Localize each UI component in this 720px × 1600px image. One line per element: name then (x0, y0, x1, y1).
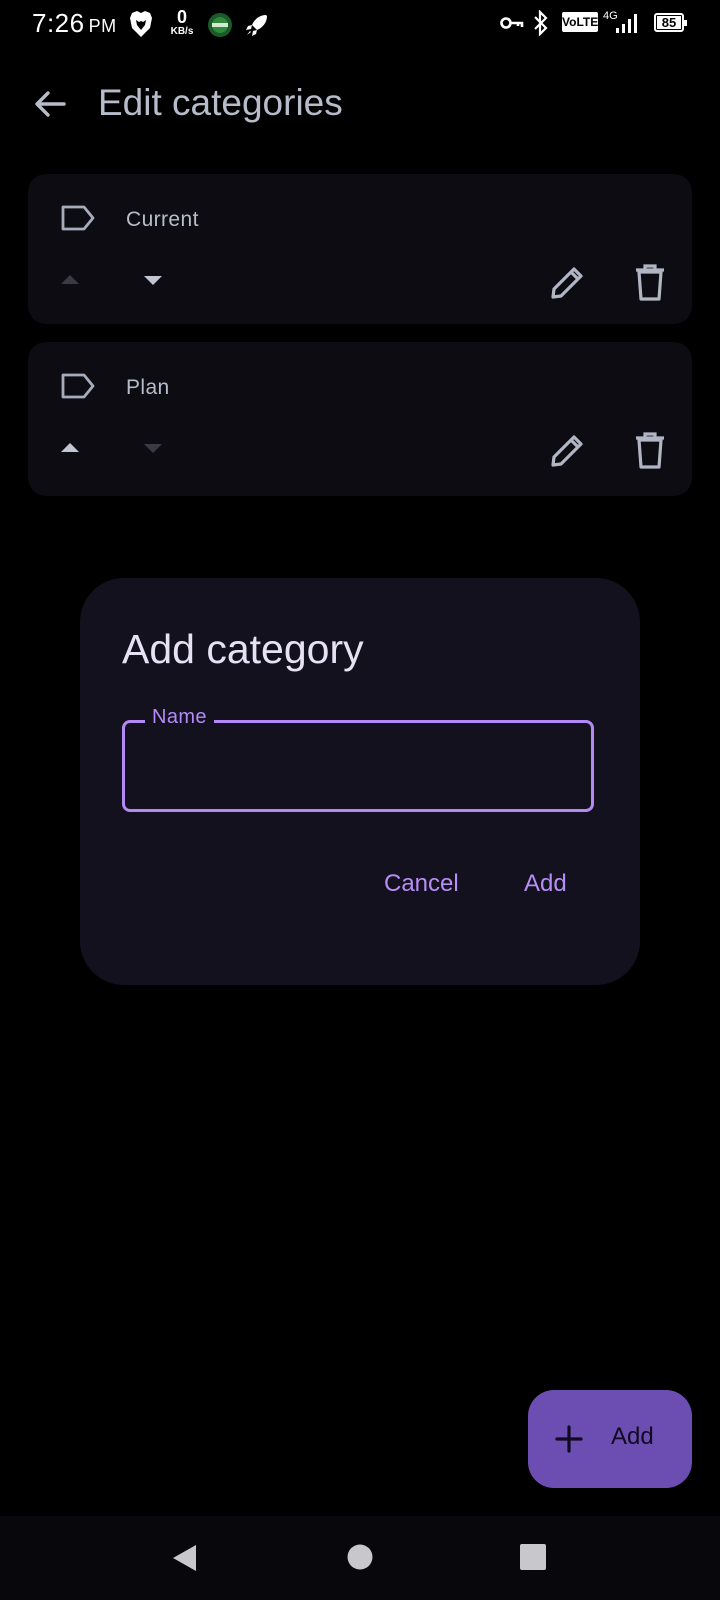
pencil-icon (551, 267, 583, 299)
cancel-button[interactable]: Cancel (384, 870, 459, 898)
confirm-add-button[interactable]: Add (524, 870, 567, 898)
net-speed-value: 0 (176, 7, 187, 27)
edit-button[interactable] (546, 428, 590, 472)
add-category-dialog: Add category Name Cancel Add (80, 578, 640, 985)
net-speed: 0 KB/s (162, 8, 202, 37)
category-card: Current (28, 174, 692, 324)
move-up-button[interactable] (52, 266, 88, 294)
home-circle-icon[interactable] (346, 1543, 374, 1571)
category-card: Plan (28, 342, 692, 496)
delete-button[interactable] (628, 428, 672, 472)
status-time-ampm: PM (88, 16, 117, 36)
battery-icon: 85 (654, 13, 687, 32)
name-input[interactable] (125, 723, 591, 809)
signal-icon (616, 14, 637, 33)
dialog-title: Add category (122, 626, 364, 672)
app-badge-icon (208, 13, 232, 37)
rocket-icon (246, 15, 267, 36)
arrow-down-icon (144, 276, 162, 285)
label-outline-icon (61, 373, 95, 399)
move-up-button[interactable] (52, 434, 88, 462)
fab-label: Add (611, 1423, 654, 1450)
page-title: Edit categories (98, 82, 343, 123)
bluetooth-icon (534, 10, 548, 36)
move-down-button[interactable] (135, 266, 171, 294)
edit-button[interactable] (546, 260, 590, 304)
volte-icon: VoLTE (562, 12, 598, 32)
name-field[interactable]: Name (122, 706, 594, 812)
trash-icon (636, 432, 664, 469)
navigation-bar (0, 1516, 720, 1600)
brave-lion-icon (130, 11, 152, 37)
trash-icon (636, 264, 664, 301)
category-name: Current (126, 208, 199, 231)
net-speed-unit: KB/s (170, 26, 194, 37)
status-bar: 7:26 PM 0 KB/s VoLTE 4G 85 (0, 0, 720, 50)
delete-button[interactable] (628, 260, 672, 304)
back-triangle-icon[interactable] (170, 1542, 200, 1574)
vpn-key-icon (500, 17, 524, 29)
category-name: Plan (126, 376, 170, 399)
status-time-value: 7:26 (32, 8, 85, 38)
status-time: 7:26 PM (32, 8, 117, 39)
plus-icon (555, 1425, 583, 1453)
battery-level: 85 (661, 15, 677, 30)
arrow-up-icon (61, 275, 79, 284)
arrow-left-icon (35, 91, 66, 117)
move-down-button[interactable] (135, 434, 171, 462)
arrow-up-icon (61, 443, 79, 452)
arrow-down-icon (144, 444, 162, 453)
screen: 7:26 PM 0 KB/s VoLTE 4G 85 Edit categori… (0, 0, 720, 1600)
volte-label: VoLTE (562, 15, 599, 29)
recents-square-icon[interactable] (519, 1543, 547, 1571)
name-field-label: Name (145, 706, 214, 729)
label-outline-icon (61, 205, 95, 231)
pencil-icon (551, 435, 583, 467)
back-button[interactable] (26, 80, 74, 128)
add-fab[interactable]: Add (528, 1390, 692, 1488)
